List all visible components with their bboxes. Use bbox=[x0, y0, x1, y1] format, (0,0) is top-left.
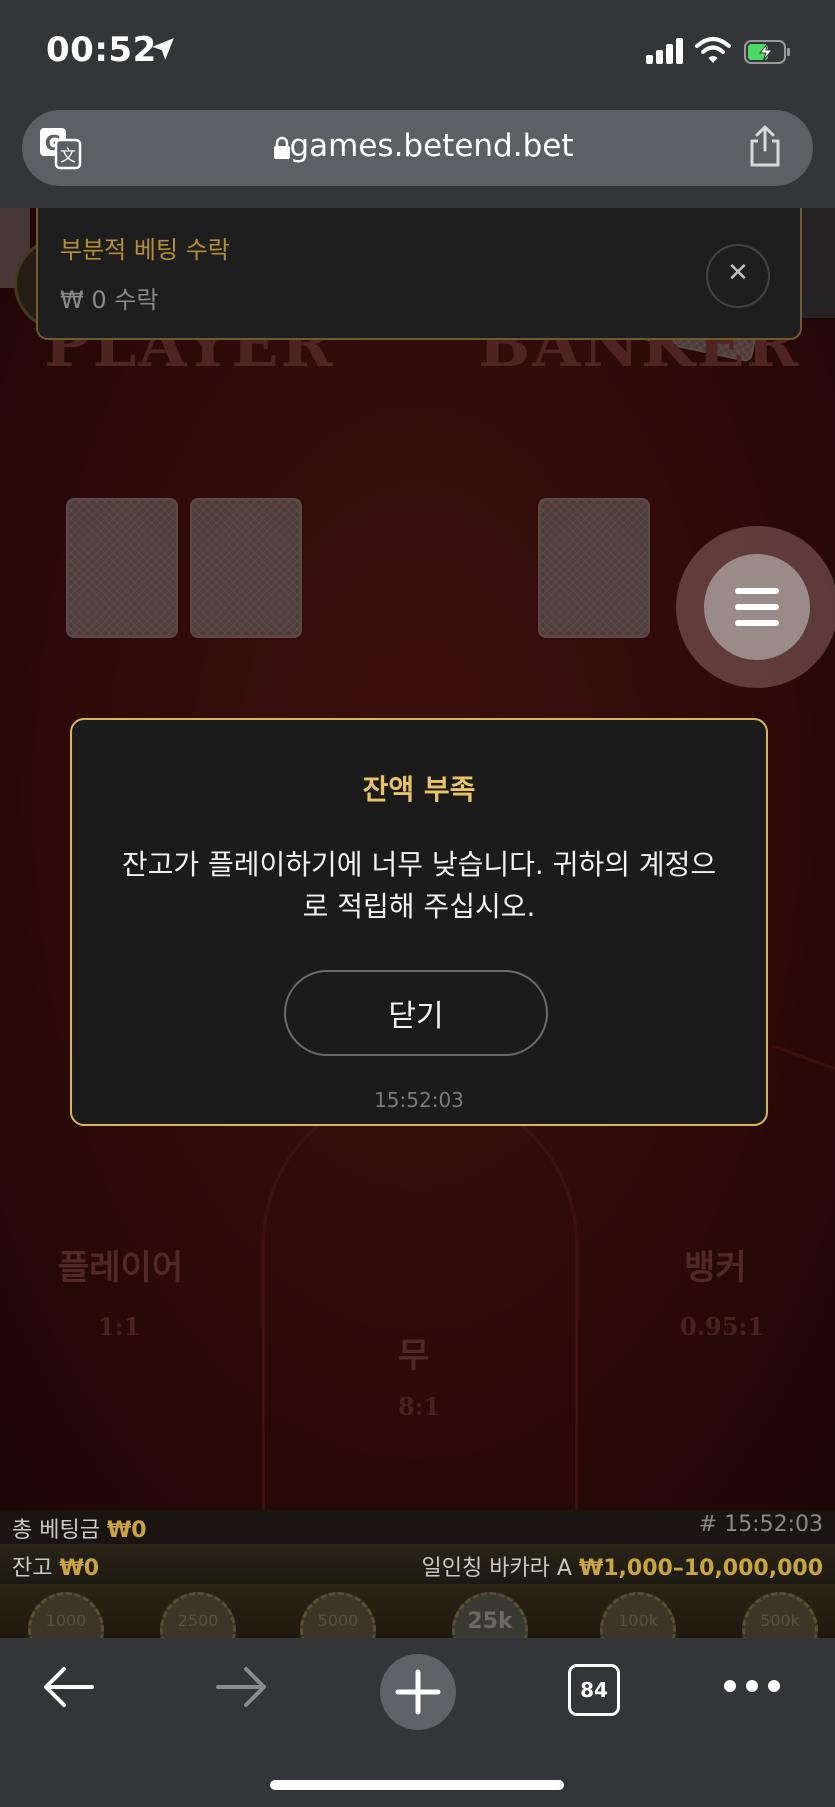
notification-close-button[interactable] bbox=[706, 244, 770, 308]
menu-button[interactable] bbox=[704, 554, 810, 660]
status-time: 00:52 bbox=[46, 30, 157, 70]
round-id: # 15:52:03 bbox=[698, 1512, 823, 1537]
new-tab-button[interactable] bbox=[380, 1654, 456, 1730]
total-bet: 총 베팅금 ₩0 bbox=[12, 1512, 147, 1544]
chip-selected[interactable]: 25k bbox=[452, 1592, 528, 1638]
url-text: games.betend.bet bbox=[289, 128, 574, 164]
dialog-message-line-2: 로 적립해 주십시오. bbox=[302, 890, 536, 923]
chip[interactable]: 100k bbox=[600, 1592, 676, 1638]
table-name: 일인칭 바카라 A bbox=[421, 1556, 572, 1581]
dialog-close-button[interactable]: 닫기 bbox=[284, 970, 548, 1056]
chip[interactable]: 1000 bbox=[28, 1592, 104, 1638]
notification-subtitle: ₩ 0 수락 bbox=[60, 286, 159, 314]
total-bet-label: 총 베팅금 bbox=[12, 1518, 100, 1543]
chip-tray: 1000 2500 5000 25k 100k 500k bbox=[0, 1584, 835, 1638]
dialog-message: 잔고가 플레이하기에 너무 낮습니다. 귀하의 계정으 로 적립해 주십시오. bbox=[110, 844, 728, 928]
forward-arrow-icon[interactable] bbox=[214, 1664, 270, 1710]
dialog-timestamp: 15:52:03 bbox=[374, 1088, 464, 1112]
chip[interactable]: 500k bbox=[742, 1592, 818, 1638]
chip-value: 1000 bbox=[45, 1611, 87, 1630]
back-arrow-icon[interactable] bbox=[40, 1664, 96, 1710]
notification-title: 부분적 베팅 수락 bbox=[60, 236, 230, 264]
table-info: 일인칭 바카라 A ₩1,000–10,000,000 bbox=[421, 1550, 823, 1582]
share-icon[interactable] bbox=[748, 124, 782, 168]
total-bet-value: ₩0 bbox=[106, 1518, 147, 1543]
chip-value: 500k bbox=[760, 1611, 800, 1630]
chip[interactable]: 5000 bbox=[300, 1592, 376, 1638]
chip-value: 25k bbox=[467, 1609, 513, 1634]
cellular-signal-icon bbox=[646, 38, 683, 64]
menu-icon bbox=[735, 588, 779, 594]
more-menu-icon[interactable] bbox=[722, 1676, 782, 1696]
wifi-icon bbox=[695, 37, 731, 63]
dialog-title: 잔액 부족 bbox=[362, 773, 476, 806]
bet-notification bbox=[36, 208, 802, 340]
chip-value: 100k bbox=[618, 1611, 658, 1630]
location-arrow-icon bbox=[152, 38, 174, 60]
menu-icon-bar bbox=[735, 620, 779, 626]
bet-limits: ₩1,000–10,000,000 bbox=[578, 1556, 823, 1581]
balance: 잔고 ₩0 bbox=[12, 1550, 99, 1582]
menu-icon-bar bbox=[735, 604, 779, 610]
home-indicator bbox=[270, 1780, 564, 1790]
dialog-message-line-1: 잔고가 플레이하기에 너무 낮습니다. 귀하의 계정으 bbox=[121, 848, 717, 881]
chip[interactable]: 2500 bbox=[160, 1592, 236, 1638]
plus-icon bbox=[395, 1669, 441, 1715]
chip-value: 5000 bbox=[317, 1611, 359, 1630]
balance-label: 잔고 bbox=[12, 1556, 53, 1581]
tabs-button[interactable]: 84 bbox=[568, 1664, 620, 1716]
battery-charging-icon bbox=[744, 40, 790, 64]
chip-value: 2500 bbox=[177, 1611, 219, 1630]
balance-value: ₩0 bbox=[59, 1556, 100, 1581]
